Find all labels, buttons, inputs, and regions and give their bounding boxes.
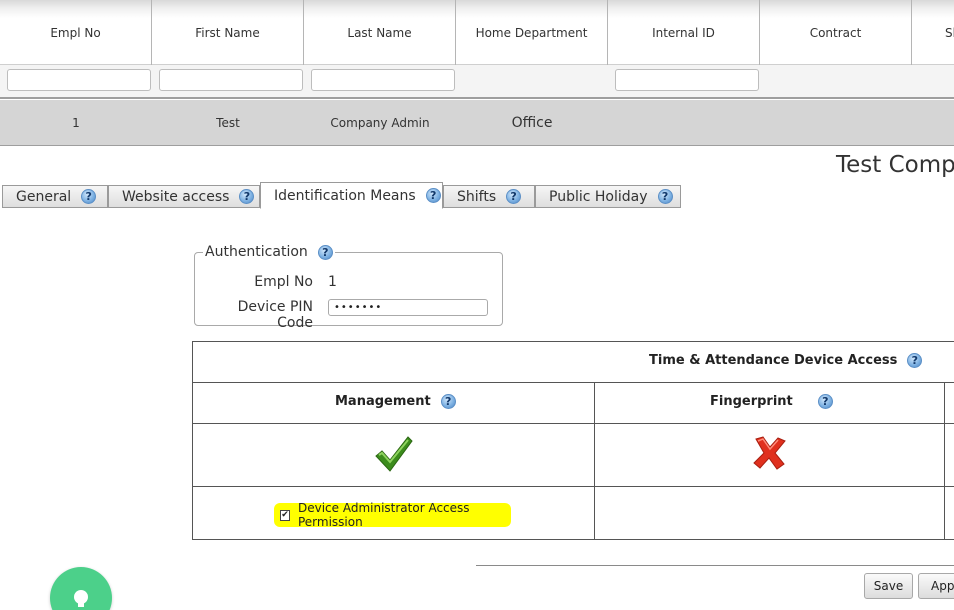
footer-divider [476,565,954,566]
pin-label: Device PIN Code [237,299,313,331]
permission-label: Device Administrator Access Permission [297,501,470,529]
help-icon[interactable]: ? [506,189,522,204]
fingerprint-header-label: Fingerprint [710,394,793,409]
save-button[interactable]: Save [864,573,913,599]
apply-button[interactable]: Appl [918,573,954,599]
management-header: Management ? [335,394,456,409]
cell-empl-no: 1 [72,116,80,130]
table-divider [192,423,954,424]
table-row[interactable]: 1 Test Company Admin Office [0,100,954,146]
tab-website-access[interactable]: Website access ? [108,185,260,208]
cell-last-name: Company Admin [330,116,430,130]
help-fab[interactable] [50,567,112,610]
fingerprint-header: Fingerprint ? [710,394,833,409]
table-divider [192,382,954,383]
lightbulb-icon [74,590,88,607]
company-title: Test Compa [836,152,954,178]
permission-checkbox[interactable]: ✔ [280,509,290,521]
cell-home-department: Office [511,115,553,131]
pin-input[interactable]: ••••••• [328,299,488,316]
check-icon[interactable] [375,436,413,472]
help-icon[interactable]: ? [440,394,456,409]
filter-input-internal-id[interactable] [615,69,759,91]
cell-first-name: Test [216,116,240,130]
tab-label: Website access [122,188,230,205]
help-icon[interactable]: ? [907,353,923,368]
tab-label: Identification Means [274,187,416,204]
help-icon[interactable]: ? [81,189,97,204]
tab-label: General [16,188,72,205]
filter-row [0,65,954,99]
table-divider [944,382,945,540]
authentication-legend: Authentication ? [203,244,335,260]
column-header-internal-id[interactable]: Internal ID [608,0,760,65]
filter-input-first-name[interactable] [159,69,303,91]
filter-input-last-name[interactable] [311,69,455,91]
column-header-first-name[interactable]: First Name [152,0,304,65]
grid-header: Empl No First Name Last Name Home Depart… [0,0,954,65]
help-icon[interactable]: ? [317,244,333,260]
authentication-legend-label: Authentication [205,244,308,260]
column-header-home-department[interactable]: Home Department [456,0,608,65]
column-header-empl-no[interactable]: Empl No [0,0,152,65]
help-icon[interactable]: ? [425,188,441,203]
column-header-shift[interactable]: Sh [912,0,954,65]
filter-input-empl-no[interactable] [7,69,151,91]
device-access-title: Time & Attendance Device Access ? [649,353,923,368]
tab-shifts[interactable]: Shifts ? [443,185,535,208]
tab-label: Public Holiday [549,188,648,205]
help-icon[interactable]: ? [239,189,255,204]
column-header-last-name[interactable]: Last Name [304,0,456,65]
tab-label: Shifts [457,188,497,205]
device-admin-permission[interactable]: ✔ Device Administrator Access Permission [274,501,511,529]
management-header-label: Management [335,394,431,409]
table-divider [192,486,954,487]
cross-icon[interactable] [752,436,787,470]
column-header-contract[interactable]: Contract [760,0,912,65]
table-divider [594,382,595,540]
help-icon[interactable]: ? [817,394,833,409]
device-access-title-label: Time & Attendance Device Access [649,353,898,368]
empl-no-value: 1 [328,274,337,290]
tab-identification-means[interactable]: Identification Means ? [260,182,443,209]
empl-no-label: Empl No [254,274,313,290]
tab-public-holiday[interactable]: Public Holiday ? [535,185,681,208]
tab-general[interactable]: General ? [2,185,108,208]
help-icon[interactable]: ? [657,189,673,204]
